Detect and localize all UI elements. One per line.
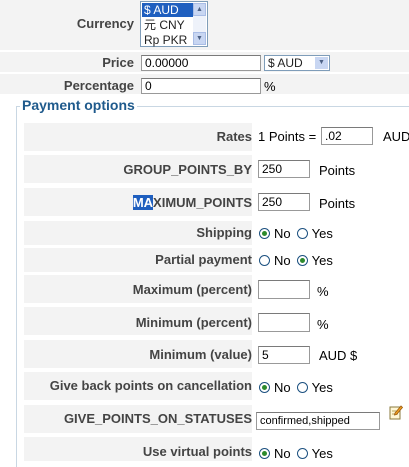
maximum-points-suffix: Points xyxy=(319,196,356,211)
percentage-input[interactable] xyxy=(141,78,261,94)
minimum-percent-input[interactable] xyxy=(258,313,310,332)
give-points-statuses-input[interactable] xyxy=(256,412,380,430)
minimum-percent-suffix: % xyxy=(317,317,329,332)
group-points-by-input[interactable] xyxy=(258,160,310,178)
virtual-points-radio-group: No Yes xyxy=(259,445,339,461)
price-currency-value: $ AUD xyxy=(268,56,303,70)
give-back-radio-group: No Yes xyxy=(259,379,339,395)
rates-input[interactable] xyxy=(321,127,373,145)
price-input[interactable] xyxy=(141,55,261,71)
maximum-percent-input[interactable] xyxy=(258,280,310,299)
minimum-value-label: Minimum (value) xyxy=(149,347,252,362)
scroll-up-icon[interactable]: ▲ xyxy=(193,3,206,16)
partial-payment-label: Partial payment xyxy=(155,252,252,267)
shipping-label: Shipping xyxy=(196,225,252,240)
rates-prefix: 1 Points = xyxy=(258,129,317,144)
shipping-yes-label: Yes xyxy=(311,226,333,242)
currency-option[interactable]: 元 CNY xyxy=(142,18,185,32)
partial-payment-no-label: No xyxy=(274,253,291,269)
give-back-radio-no[interactable] xyxy=(259,382,270,394)
rates-suffix: AUD xyxy=(383,129,409,144)
currency-option-selected[interactable]: $ AUD xyxy=(142,3,196,17)
give-back-label: Give back points on cancellation xyxy=(49,378,252,393)
minimum-percent-label: Minimum (percent) xyxy=(135,315,252,330)
percentage-label: Percentage xyxy=(63,78,134,93)
partial-payment-radio-yes[interactable] xyxy=(296,255,308,267)
virtual-points-label: Use virtual points xyxy=(142,444,252,459)
virtual-points-radio-yes[interactable] xyxy=(296,448,308,460)
currency-listbox[interactable]: $ AUD 元 CNY Rp PKR ▲ ▼ xyxy=(140,1,208,47)
rates-label: Rates xyxy=(216,129,252,144)
maximum-percent-label: Maximum (percent) xyxy=(132,282,252,297)
shipping-radio-yes[interactable] xyxy=(296,228,308,240)
maximum-points-input[interactable] xyxy=(258,193,310,211)
give-points-statuses-label: GIVE_POINTS_ON_STATUSES xyxy=(63,411,252,426)
give-back-radio-yes[interactable] xyxy=(296,382,308,394)
give-back-no-label: No xyxy=(274,380,291,396)
listbox-scrollbar[interactable]: ▲ ▼ xyxy=(193,3,206,45)
maximum-points-label-rest: XIMUM_POINTS xyxy=(153,195,252,210)
minimum-value-suffix: AUD $ xyxy=(319,348,358,363)
maximum-points-label-highlight: MA xyxy=(132,195,154,210)
partial-payment-radio-no[interactable] xyxy=(259,255,270,267)
scroll-down-icon[interactable]: ▼ xyxy=(193,32,206,45)
group-points-by-suffix: Points xyxy=(319,163,356,178)
currency-option[interactable]: Rp PKR xyxy=(142,33,187,47)
shipping-radio-no[interactable] xyxy=(259,228,270,240)
partial-payment-radio-group: No Yes xyxy=(259,252,339,268)
maximum-points-label: MAXIMUM_POINTS xyxy=(132,195,252,210)
price-label: Price xyxy=(102,55,134,70)
percentage-unit: % xyxy=(264,79,276,94)
shipping-radio-group: No Yes xyxy=(259,225,339,241)
chevron-down-icon[interactable]: ▼ xyxy=(315,57,328,69)
shipping-no-label: No xyxy=(274,226,291,242)
partial-payment-yes-label: Yes xyxy=(311,253,333,269)
virtual-points-yes-label: Yes xyxy=(311,446,333,462)
currency-label: Currency xyxy=(76,16,134,31)
price-currency-select[interactable]: $ AUD ▼ xyxy=(264,55,330,71)
minimum-value-input[interactable] xyxy=(258,346,310,364)
group-points-by-label: GROUP_POINTS_BY xyxy=(123,162,252,177)
section-title: Payment options xyxy=(20,97,137,113)
maximum-percent-suffix: % xyxy=(317,284,329,299)
virtual-points-no-label: No xyxy=(274,446,291,462)
edit-note-icon[interactable] xyxy=(389,404,404,420)
give-back-yes-label: Yes xyxy=(311,380,333,396)
virtual-points-radio-no[interactable] xyxy=(259,448,270,460)
